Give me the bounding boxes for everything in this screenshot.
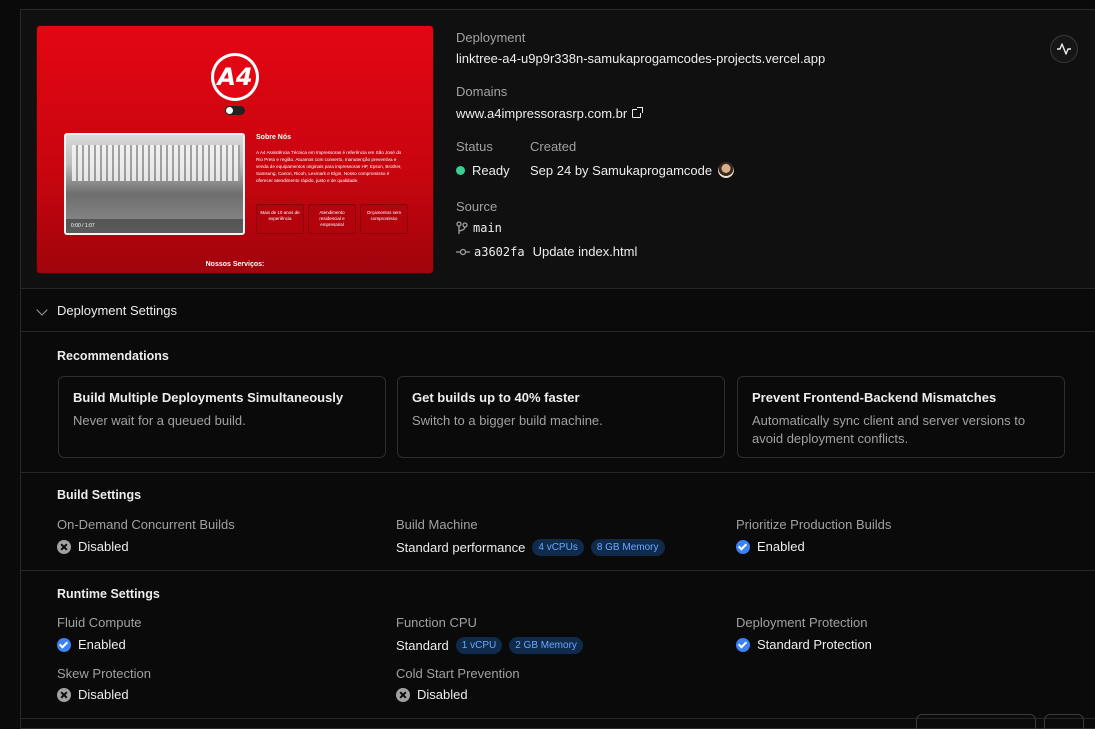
deployment-protection-value: Standard Protection [736, 637, 872, 652]
skew-protection-status: Disabled [78, 687, 129, 702]
disabled-icon [396, 687, 410, 702]
deployment-protection-status: Standard Protection [757, 637, 872, 652]
build-machine-type: Standard performance [396, 540, 526, 555]
git-branch-icon [456, 221, 468, 234]
fluid-compute-label: Fluid Compute [57, 615, 142, 630]
deployment-preview[interactable]: A4 0:00 / 1:07 Sobre Nós A A4 Assistênci… [36, 25, 434, 274]
preview-video: 0:00 / 1:07 [64, 133, 245, 235]
git-commit-icon [456, 248, 470, 255]
prioritize-builds-status: Enabled [757, 539, 805, 554]
enabled-check-icon [57, 637, 71, 652]
footer-button[interactable] [1044, 714, 1084, 729]
deployment-url[interactable]: linktree-a4-u9p9r338n-samukaprogamcodes-… [456, 51, 825, 66]
prioritize-builds-label: Prioritize Production Builds [736, 517, 892, 532]
enabled-check-icon [736, 637, 750, 652]
sobre-text: A A4 Assistência Técnica em Impressoras … [256, 150, 402, 183]
build-machine-label: Build Machine [396, 517, 478, 532]
skew-protection-value: Disabled [57, 687, 129, 702]
recommendation-card[interactable]: Build Multiple Deployments Simultaneousl… [58, 376, 386, 458]
fluid-compute-value: Enabled [57, 637, 126, 652]
recommendation-desc: Never wait for a queued build. [73, 413, 246, 428]
recommendation-card[interactable]: Get builds up to 40% faster Switch to a … [397, 376, 725, 458]
source-label: Source [456, 199, 498, 214]
disabled-icon [57, 539, 71, 554]
cold-start-label: Cold Start Prevention [396, 666, 520, 681]
status-dot-icon [456, 166, 465, 175]
source-branch[interactable]: main [456, 221, 502, 235]
created-label: Created [530, 139, 577, 154]
video-controls: 0:00 / 1:07 [66, 219, 243, 233]
memory-badge: 8 GB Memory [590, 539, 665, 556]
avatar[interactable] [718, 162, 734, 178]
domain-link[interactable]: www.a4impressorasrp.com.br [456, 106, 644, 121]
build-machine-value: Standard performance 4 vCPUs 8 GB Memory [396, 539, 665, 556]
sobre-title: Sobre Nós [256, 134, 292, 141]
video-time: 0:00 / 1:07 [71, 223, 95, 229]
concurrent-builds-status: Disabled [78, 539, 129, 554]
recommendations-title: Recommendations [57, 349, 169, 363]
created-value: Sep 24 by Samukaprogamcode [530, 163, 713, 178]
concurrent-builds-label: On-Demand Concurrent Builds [57, 517, 235, 532]
recommendation-desc: Automatically sync client and server ver… [752, 413, 1026, 446]
domain-text: www.a4impressorasrp.com.br [456, 106, 628, 121]
function-cpu-value: Standard 1 vCPU 2 GB Memory [396, 637, 583, 654]
servicos-heading: Nossos Serviços: [205, 261, 265, 268]
deployment-overview: A4 0:00 / 1:07 Sobre Nós A A4 Assistênci… [21, 10, 1095, 289]
memory-badge: 2 GB Memory [509, 637, 583, 654]
deployment-settings-toggle[interactable]: Deployment Settings [21, 290, 1095, 332]
function-cpu-label: Function CPU [396, 615, 477, 630]
recommendation-title: Get builds up to 40% faster [412, 390, 580, 405]
prioritize-builds-value: Enabled [736, 539, 805, 554]
recommendation-desc: Switch to a bigger build machine. [412, 413, 603, 428]
commit-message: Update index.html [532, 244, 638, 259]
deployment-panel: A4 0:00 / 1:07 Sobre Nós A A4 Assistênci… [20, 9, 1095, 729]
cold-start-status: Disabled [417, 687, 468, 702]
a4-logo: A4 [211, 53, 259, 101]
concurrent-builds-value: Disabled [57, 539, 129, 554]
fluid-compute-status: Enabled [78, 637, 126, 652]
preview-card: Orçamentos sem compromisso [360, 204, 408, 234]
cpu-badge: 1 vCPU [455, 637, 503, 654]
skew-protection-label: Skew Protection [57, 666, 151, 681]
activity-button[interactable] [1050, 35, 1078, 63]
commit-hash: a3602fa [474, 244, 525, 259]
preview-card: Atendimento residencial e empresarial [308, 204, 356, 234]
theme-toggle [225, 106, 245, 115]
preview-card: Mais de 10 anos de experiência [256, 204, 304, 234]
domains-label: Domains [456, 84, 508, 99]
deployment-settings-title: Deployment Settings [57, 303, 177, 318]
branch-name: main [473, 221, 502, 235]
divider [21, 472, 1095, 473]
disabled-icon [57, 687, 71, 702]
logo-text: A4 [214, 56, 256, 98]
deployment-label: Deployment [456, 30, 526, 45]
build-settings-title: Build Settings [57, 488, 142, 502]
recommendation-card[interactable]: Prevent Frontend-Backend Mismatches Auto… [737, 376, 1065, 458]
enabled-check-icon [736, 539, 750, 554]
cpu-badge: 4 vCPUs [532, 539, 584, 556]
runtime-settings-title: Runtime Settings [57, 587, 160, 601]
video-frame [72, 145, 240, 181]
activity-icon [1057, 43, 1071, 55]
status-label: Status [456, 139, 493, 154]
status-value: Ready [472, 163, 510, 178]
cold-start-value: Disabled [396, 687, 468, 702]
source-commit[interactable]: a3602fa Update index.html [456, 244, 637, 259]
recommendation-title: Prevent Frontend-Backend Mismatches [752, 390, 997, 405]
divider [21, 570, 1095, 571]
chevron-down-icon [36, 304, 48, 316]
deployment-protection-label: Deployment Protection [736, 615, 868, 630]
footer-button[interactable] [916, 714, 1036, 729]
recommendation-title: Build Multiple Deployments Simultaneousl… [73, 390, 344, 405]
function-cpu-type: Standard [396, 638, 449, 653]
external-link-icon [632, 107, 644, 118]
